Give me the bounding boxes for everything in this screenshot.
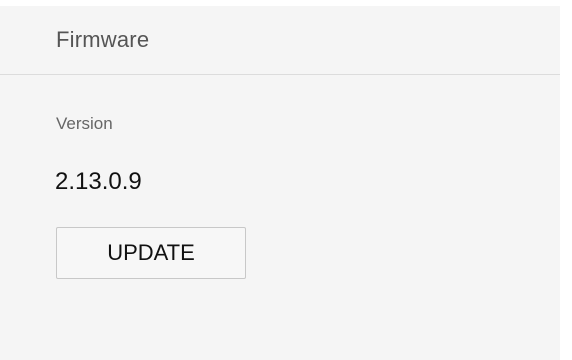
version-label: Version — [56, 114, 113, 133]
panel-title: Firmware — [56, 27, 150, 52]
update-button[interactable]: UPDATE — [56, 227, 246, 279]
panel-header: Firmware — [0, 6, 560, 75]
screen: Firmware Version 2.13.0.9 UPDATE — [0, 0, 572, 360]
version-value: 2.13.0.9 — [55, 168, 142, 195]
